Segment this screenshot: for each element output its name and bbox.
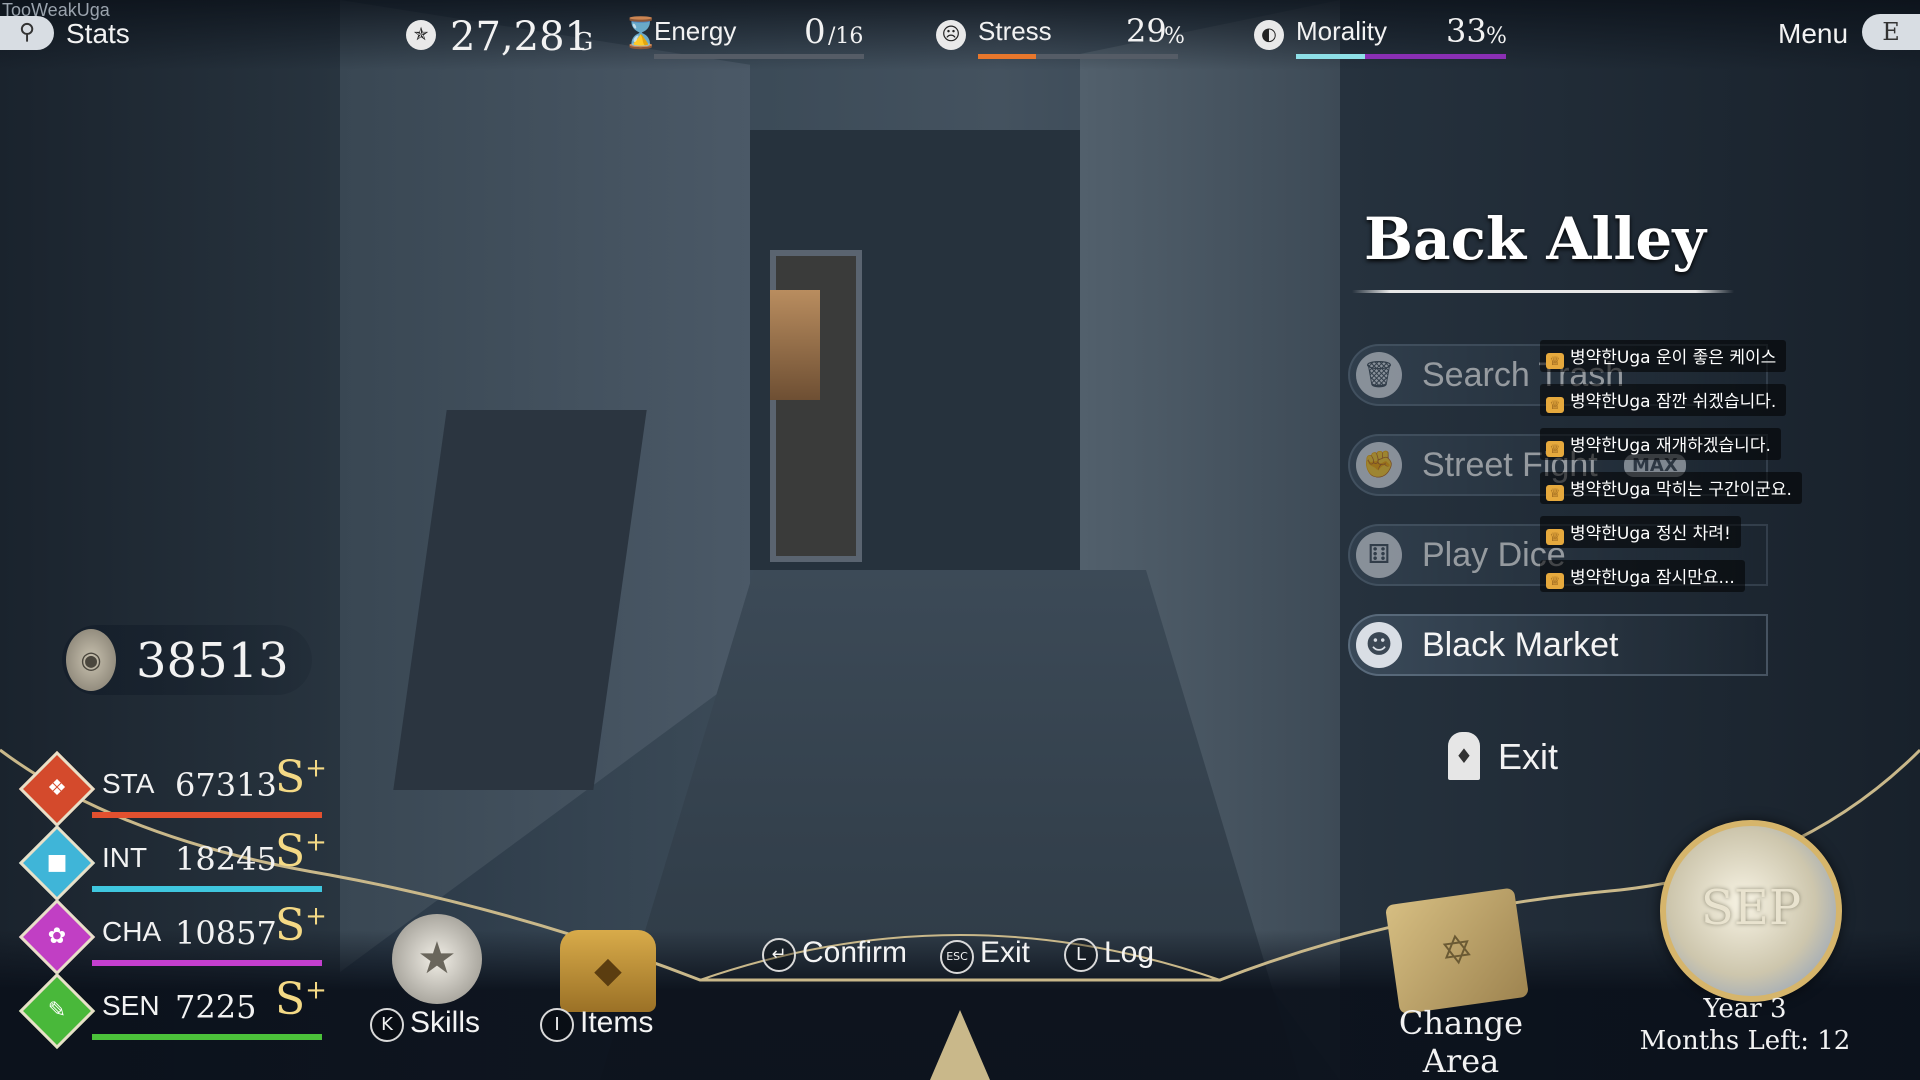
months-left-label: Months Left: 12 — [1639, 1026, 1851, 1056]
trash-can-icon: 🗑 — [1356, 352, 1402, 398]
enter-key-icon: ↵ — [762, 938, 796, 972]
gold-display: ✯ 27,281 G — [406, 14, 606, 60]
energy-label: Energy — [654, 16, 737, 46]
crown-icon: ♕ — [1546, 529, 1564, 545]
energy-max: /16 — [828, 24, 864, 49]
crystal-ball-icon: ★ — [392, 914, 482, 1004]
crown-icon: ♕ — [1546, 573, 1564, 589]
dice-icon: ⚅ — [1356, 532, 1402, 578]
chat-message: ♕ 병약한Uga 정신 차려! — [1540, 516, 1741, 548]
energy-meter: ⌛ Energy 0 /16 — [620, 12, 870, 62]
title-divider — [1352, 290, 1734, 293]
charm-gem-icon: ✿ — [18, 898, 96, 976]
menu-key-badge: E — [1862, 14, 1920, 50]
chat-message: ♕ 병약한Uga 잠시만요... — [1540, 560, 1745, 592]
stat-name: CHA — [102, 916, 162, 947]
stat-value: 7225 — [175, 988, 257, 1026]
morality-bar — [1296, 54, 1506, 59]
sense-gem-icon: ✎ — [18, 972, 96, 1050]
confirm-label: Confirm — [802, 936, 908, 969]
morality-label: Morality — [1296, 16, 1388, 46]
log-button[interactable]: L Log — [1064, 936, 1154, 972]
crown-icon: ♕ — [1546, 441, 1564, 457]
stat-name: SEN — [102, 990, 160, 1021]
stat-bar — [92, 886, 322, 892]
key-l-icon: L — [1064, 938, 1098, 972]
month-medallion: SEP — [1660, 820, 1842, 1002]
skills-label: Skills — [410, 1006, 481, 1039]
stats-button[interactable]: ⚲ Stats — [0, 16, 140, 56]
items-label: Items — [580, 1006, 654, 1039]
stats-label: Stats — [66, 18, 130, 49]
stat-sta: ❖ STA 67313 S+ — [18, 750, 330, 828]
chat-message: ♕ 병약한Uga 운이 좋은 케이스 — [1540, 340, 1787, 372]
stress-unit: % — [1164, 24, 1185, 49]
stress-meter: ☹ Stress 29 % — [936, 12, 1186, 62]
stress-bar — [978, 54, 1178, 59]
items-button[interactable]: I Items — [540, 1006, 653, 1042]
log-label: Log — [1104, 936, 1155, 969]
stress-face-icon: ☹ — [936, 20, 966, 50]
stat-grade: S+ — [275, 826, 327, 877]
gold-coin-icon: ✯ — [406, 20, 436, 50]
stat-int: ■ INT 18245 S+ — [18, 824, 330, 902]
search-icon: ⚲ — [0, 16, 54, 50]
bottom-exit-button[interactable]: ESC Exit — [940, 936, 1030, 974]
stress-value: 29 — [1126, 12, 1167, 50]
stat-sen: ✎ SEN 7225 S+ — [18, 972, 330, 1050]
intelligence-gem-icon: ■ — [18, 824, 96, 902]
backpack-icon: ◆ — [560, 930, 656, 1012]
stat-grade: S+ — [275, 974, 327, 1025]
key-i-icon: I — [540, 1008, 574, 1042]
stat-value: 10857 — [175, 914, 277, 952]
bottom-exit-label: Exit — [980, 936, 1031, 969]
morality-meter: ◐ Morality 33 % — [1254, 12, 1514, 62]
morality-value: 33 — [1446, 12, 1487, 50]
stamina-gem-icon: ❖ — [18, 750, 96, 828]
morality-unit: % — [1486, 24, 1507, 49]
location-title: Back Alley — [1364, 205, 1706, 273]
stat-name: INT — [102, 842, 148, 873]
gold-unit: G — [574, 28, 594, 56]
confirm-button[interactable]: ↵ Confirm — [762, 936, 907, 972]
crown-icon: ♕ — [1546, 485, 1564, 501]
stat-value: 18245 — [175, 840, 277, 878]
stat-name: STA — [102, 768, 155, 799]
stat-grade: S+ — [275, 900, 327, 951]
lit-window — [770, 290, 820, 400]
esc-key-icon: ESC — [940, 940, 974, 974]
stat-bar — [92, 960, 322, 966]
stat-bar — [92, 1034, 322, 1040]
stat-value: 67313 — [175, 766, 277, 804]
morality-icon: ◐ — [1254, 20, 1284, 50]
year-label: Year 3 — [1703, 994, 1787, 1024]
menu-label: Menu — [1778, 18, 1849, 49]
stat-cha: ✿ CHA 10857 S+ — [18, 898, 330, 976]
fire-fist-icon: ✊ — [1356, 442, 1402, 488]
stat-grade: S+ — [275, 752, 327, 803]
gold-value: 27,281 — [450, 14, 590, 60]
chat-message: ♕ 병약한Uga 잠깐 쉬겠습니다. — [1540, 384, 1787, 416]
stat-bar — [92, 812, 322, 818]
change-area-button[interactable]: Change Area — [1356, 1004, 1566, 1080]
energy-bar — [654, 54, 864, 59]
chat-message: ♕ 병약한Uga 재개하겠습니다. — [1540, 428, 1781, 460]
energy-value: 0 — [804, 12, 826, 52]
skills-button[interactable]: K Skills — [370, 1006, 480, 1042]
crown-icon: ♕ — [1546, 397, 1564, 413]
menu-button[interactable]: Menu E — [1774, 14, 1920, 54]
stress-label: Stress — [978, 16, 1052, 46]
key-k-icon: K — [370, 1008, 404, 1042]
map-scroll-icon: ✡ — [1384, 887, 1530, 1015]
crown-icon: ♕ — [1546, 353, 1564, 369]
month-label: SEP — [1700, 880, 1802, 936]
chat-message: ♕ 병약한Uga 막히는 구간이군요. — [1540, 472, 1802, 504]
